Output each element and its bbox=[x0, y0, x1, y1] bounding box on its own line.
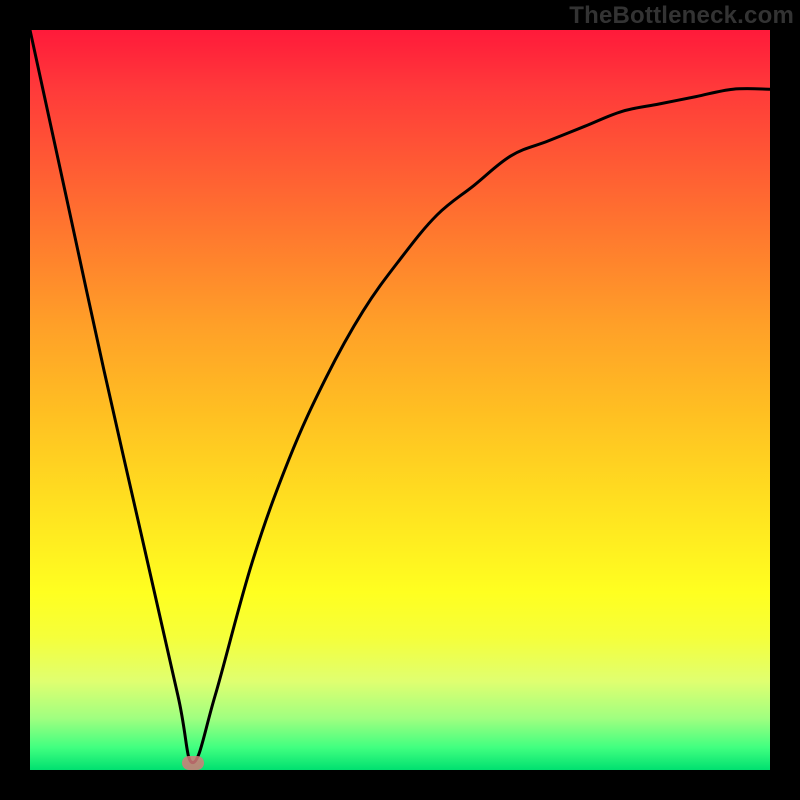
bottleneck-curve bbox=[30, 30, 770, 770]
plot-area bbox=[30, 30, 770, 770]
optimum-marker bbox=[182, 756, 204, 770]
attribution-text: TheBottleneck.com bbox=[569, 2, 794, 30]
chart-frame: TheBottleneck.com bbox=[0, 0, 800, 800]
